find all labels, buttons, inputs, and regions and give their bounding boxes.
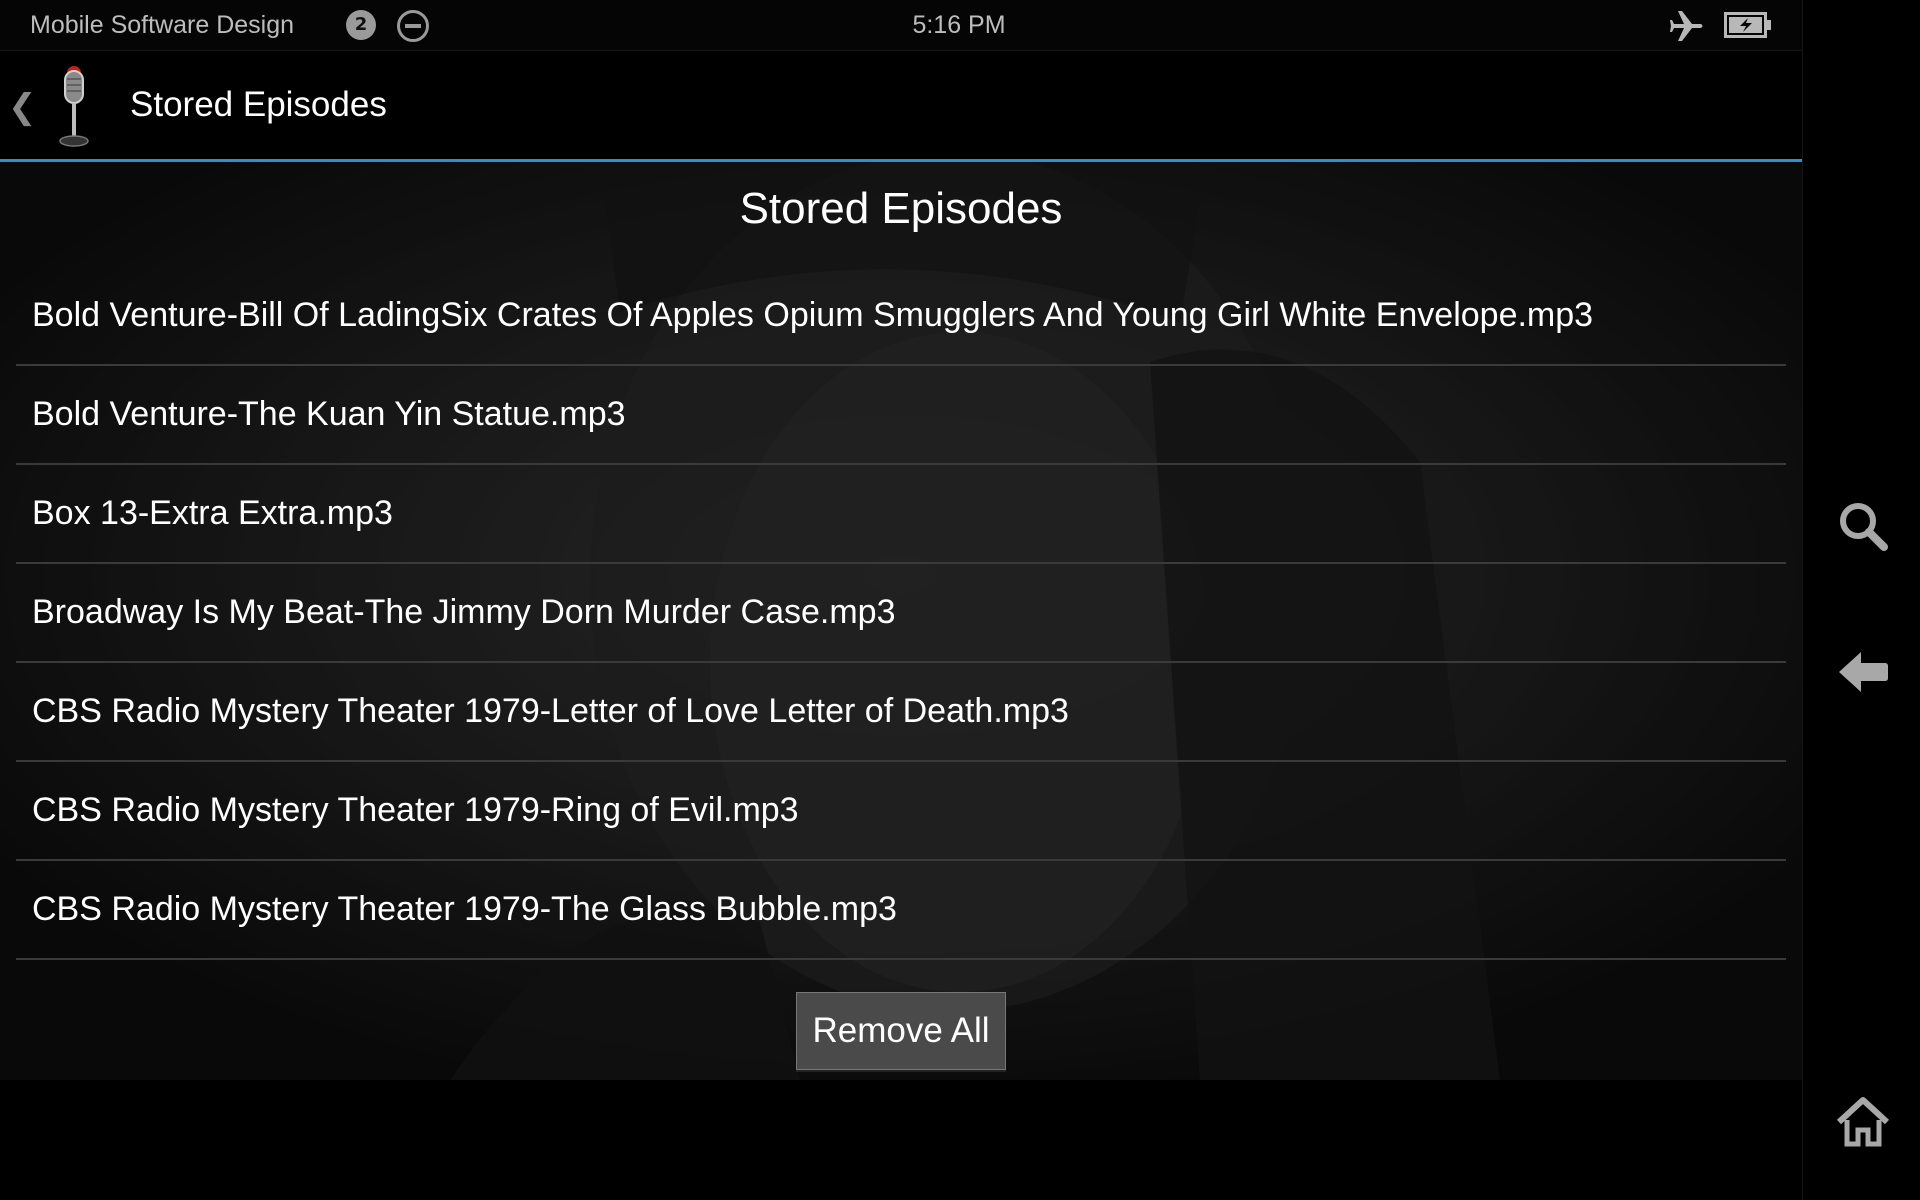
- action-bar: ❮ Stored Episodes: [0, 51, 1802, 162]
- search-icon[interactable]: [1837, 500, 1889, 552]
- episode-list: Bold Venture-Bill Of LadingSix Crates Of…: [16, 267, 1786, 960]
- episode-title: CBS Radio Mystery Theater 1979-Ring of E…: [32, 791, 799, 829]
- episode-title: Bold Venture-Bill Of LadingSix Crates Of…: [32, 296, 1594, 334]
- episode-title: CBS Radio Mystery Theater 1979-The Glass…: [32, 890, 897, 928]
- footer-area: [0, 1080, 1802, 1200]
- page-heading: Stored Episodes: [739, 184, 1063, 233]
- episode-title: Broadway Is My Beat-The Jimmy Dorn Murde…: [32, 593, 896, 631]
- episode-title: Box 13-Extra Extra.mp3: [32, 494, 393, 532]
- list-item[interactable]: CBS Radio Mystery Theater 1979-Letter of…: [16, 663, 1786, 762]
- action-bar-title: Stored Episodes: [130, 85, 387, 124]
- list-item[interactable]: Box 13-Extra Extra.mp3: [16, 465, 1786, 564]
- status-bar: Mobile Software Design 2 5:16 PM: [0, 0, 1802, 51]
- home-icon[interactable]: [1837, 1096, 1889, 1148]
- battery-charging-icon: [1724, 12, 1771, 38]
- microphone-icon[interactable]: [50, 63, 98, 149]
- back-arrow-icon[interactable]: [1837, 646, 1889, 698]
- airplane-mode-icon: [1670, 11, 1703, 41]
- stored-episodes-panel: Stored Episodes Bold Venture-Bill Of Lad…: [0, 162, 1802, 1080]
- list-item[interactable]: CBS Radio Mystery Theater 1979-Ring of E…: [16, 762, 1786, 861]
- remove-all-button[interactable]: Remove All: [796, 992, 1006, 1070]
- system-nav-bar: [1802, 0, 1920, 1200]
- list-item[interactable]: Bold Venture-Bill Of LadingSix Crates Of…: [16, 267, 1786, 366]
- status-time: 5:16 PM: [912, 11, 1006, 39]
- list-item[interactable]: Broadway Is My Beat-The Jimmy Dorn Murde…: [16, 564, 1786, 663]
- episode-title: CBS Radio Mystery Theater 1979-Letter of…: [32, 692, 1069, 730]
- chevron-left-icon[interactable]: ❮: [8, 87, 37, 127]
- list-item[interactable]: CBS Radio Mystery Theater 1979-The Glass…: [16, 861, 1786, 960]
- list-item[interactable]: Bold Venture-The Kuan Yin Statue.mp3: [16, 366, 1786, 465]
- episode-title: Bold Venture-The Kuan Yin Statue.mp3: [32, 395, 626, 433]
